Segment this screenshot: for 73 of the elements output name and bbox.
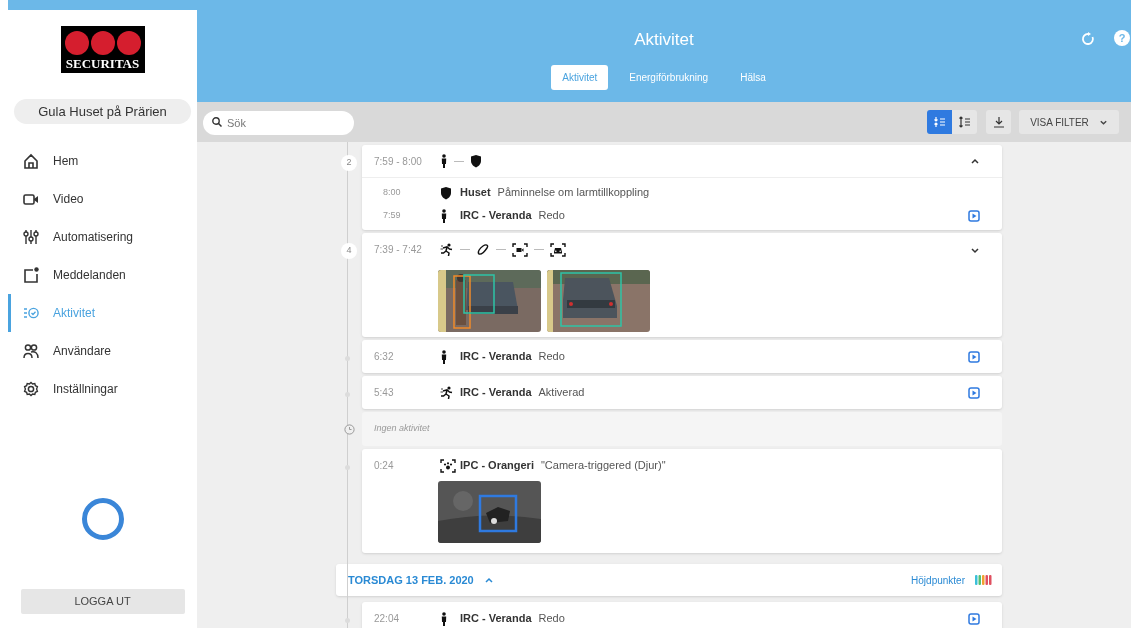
logo-dots-icon — [63, 31, 142, 55]
caret-up-icon[interactable] — [970, 156, 980, 166]
time-range: 7:59 - 8:00 — [374, 154, 423, 169]
person-icon — [440, 611, 448, 626]
event-time: 8:00 — [382, 185, 402, 199]
event-status: "Camera-triggered (Djur)" — [540, 458, 666, 474]
logout-button[interactable]: LOGGA UT — [20, 589, 185, 614]
event-status: Påminnelse om larmtillkoppling — [497, 185, 650, 201]
camera-detection-icon — [512, 242, 528, 257]
search-field[interactable]: Sök — [203, 111, 354, 135]
page-title: Aktivitet — [634, 29, 694, 51]
search-icon — [212, 117, 222, 127]
nav-item[interactable]: Användare — [8, 332, 197, 370]
play-video-icon[interactable] — [968, 386, 980, 399]
nav-item[interactable]: Inställningar — [8, 370, 197, 408]
person-icon — [440, 208, 448, 223]
play-video-icon[interactable] — [968, 350, 980, 363]
event-time: 22:04 — [374, 612, 401, 626]
download-icon — [992, 116, 1005, 128]
sliders-icon — [23, 229, 39, 245]
device-name: Huset — [460, 185, 491, 201]
loading-spinner — [80, 497, 125, 541]
event-time: 5:43 — [374, 386, 395, 400]
device-name: IPC - Orangeri — [460, 458, 534, 474]
users-icon — [23, 343, 39, 359]
nav-item[interactable]: Video — [8, 180, 197, 218]
device-name: IRC - Veranda — [460, 208, 532, 224]
person-icon — [440, 349, 448, 364]
event-time: 6:32 — [374, 350, 395, 364]
compact-list-icon — [933, 116, 946, 128]
refresh-icon[interactable] — [1081, 32, 1095, 46]
count-badge: 2 — [341, 155, 357, 171]
paw-detection-icon — [440, 458, 456, 473]
event-status: Aktiverad — [538, 385, 585, 401]
site-selector[interactable]: Gula Huset på Prärien — [14, 99, 191, 124]
logo-text: SECURITAS — [65, 57, 140, 70]
message-icon — [23, 267, 39, 283]
event-status: Redo — [538, 208, 565, 224]
device-name: IRC - Veranda — [460, 349, 532, 365]
event-time: 0:24 — [374, 459, 395, 473]
video-camera-icon — [23, 191, 39, 207]
link-icon — [476, 242, 490, 257]
highlights-link[interactable]: Höjdpunkter — [911, 572, 965, 588]
time-range: 7:39 - 7:42 — [374, 243, 423, 257]
filter-button[interactable]: VISA FILTER — [1019, 110, 1119, 134]
shield-icon — [470, 154, 482, 168]
event-status: Redo — [538, 611, 565, 627]
download-button[interactable] — [986, 110, 1011, 134]
nav-item[interactable]: Hem — [8, 142, 197, 180]
expanded-view-button[interactable] — [952, 110, 977, 134]
clock-icon — [343, 424, 355, 435]
event-time: 7:59 — [382, 208, 402, 222]
no-activity-text: Ingen aktivitet — [374, 422, 430, 436]
running-person-icon — [440, 385, 454, 400]
person-icon — [440, 154, 448, 168]
highlights-bars-icon — [975, 575, 992, 585]
settings-icon — [23, 381, 39, 397]
home-icon — [23, 153, 39, 169]
compact-view-button[interactable] — [927, 110, 952, 134]
play-video-icon[interactable] — [968, 209, 980, 222]
device-name: IRC - Veranda — [460, 385, 532, 401]
day-label: TORSDAG 13 FEB. 2020 — [348, 572, 474, 588]
device-name: IRC - Veranda — [460, 611, 532, 627]
count-badge: 4 — [341, 243, 357, 259]
car-detection-icon — [550, 242, 566, 257]
play-video-icon[interactable] — [968, 612, 980, 625]
activity-icon — [23, 305, 39, 321]
running-person-icon — [440, 242, 454, 257]
nav-item[interactable]: Automatisering — [8, 218, 197, 256]
shield-icon — [440, 185, 452, 200]
expanded-list-icon — [958, 116, 971, 128]
nav-item[interactable]: Meddelanden — [8, 256, 197, 294]
event-status: Redo — [538, 349, 565, 365]
